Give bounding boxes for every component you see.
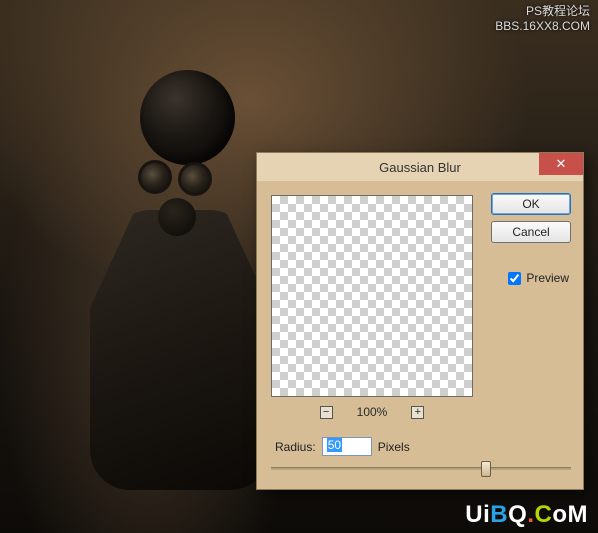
preview-checker bbox=[272, 196, 472, 396]
slider-track bbox=[271, 467, 571, 470]
radius-label: Radius: bbox=[275, 440, 316, 454]
slider-thumb[interactable] bbox=[481, 461, 491, 477]
preview-checkbox-row[interactable]: Preview bbox=[508, 271, 569, 285]
mask-lens-left bbox=[138, 160, 172, 194]
figure-helmet bbox=[140, 70, 235, 165]
cancel-button[interactable]: Cancel bbox=[491, 221, 571, 243]
watermark-top: PS教程论坛 BBS.16XX8.COM bbox=[495, 4, 590, 34]
gasmask-figure bbox=[60, 70, 270, 500]
gaussian-blur-dialog: Gaussian Blur ✕ − 100% + OK Cancel bbox=[256, 152, 584, 490]
mask-lens-right bbox=[178, 162, 212, 196]
dialog-titlebar[interactable]: Gaussian Blur ✕ bbox=[257, 153, 583, 181]
radius-row: Radius: 50 Pixels bbox=[275, 437, 410, 456]
plus-icon: + bbox=[415, 407, 421, 418]
preview-checkbox[interactable] bbox=[508, 272, 521, 285]
close-button[interactable]: ✕ bbox=[539, 153, 583, 175]
close-icon: ✕ bbox=[556, 156, 567, 172]
radius-value: 50 bbox=[327, 438, 342, 452]
figure-body bbox=[90, 210, 270, 490]
zoom-level: 100% bbox=[357, 405, 388, 419]
radius-slider[interactable] bbox=[271, 461, 571, 477]
watermark-bottom: UiBQ.CoM bbox=[465, 501, 588, 529]
cancel-label: Cancel bbox=[512, 225, 549, 239]
radius-input[interactable]: 50 bbox=[322, 437, 372, 456]
preview-frame[interactable] bbox=[271, 195, 473, 397]
zoom-controls: − 100% + bbox=[271, 403, 473, 421]
dialog-body: − 100% + OK Cancel Preview Radius: 50 Pi… bbox=[257, 181, 583, 489]
radius-unit: Pixels bbox=[378, 440, 410, 454]
minus-icon: − bbox=[323, 407, 329, 418]
preview-label: Preview bbox=[526, 271, 569, 285]
mask-filter bbox=[158, 198, 196, 236]
watermark-top-line2: BBS.16XX8.COM bbox=[495, 19, 590, 34]
ok-label: OK bbox=[522, 197, 539, 211]
dialog-title: Gaussian Blur bbox=[257, 160, 583, 175]
zoom-out-button[interactable]: − bbox=[320, 406, 333, 419]
watermark-top-line1: PS教程论坛 bbox=[495, 4, 590, 19]
dialog-buttons: OK Cancel bbox=[491, 193, 571, 243]
ok-button[interactable]: OK bbox=[491, 193, 571, 215]
zoom-in-button[interactable]: + bbox=[411, 406, 424, 419]
